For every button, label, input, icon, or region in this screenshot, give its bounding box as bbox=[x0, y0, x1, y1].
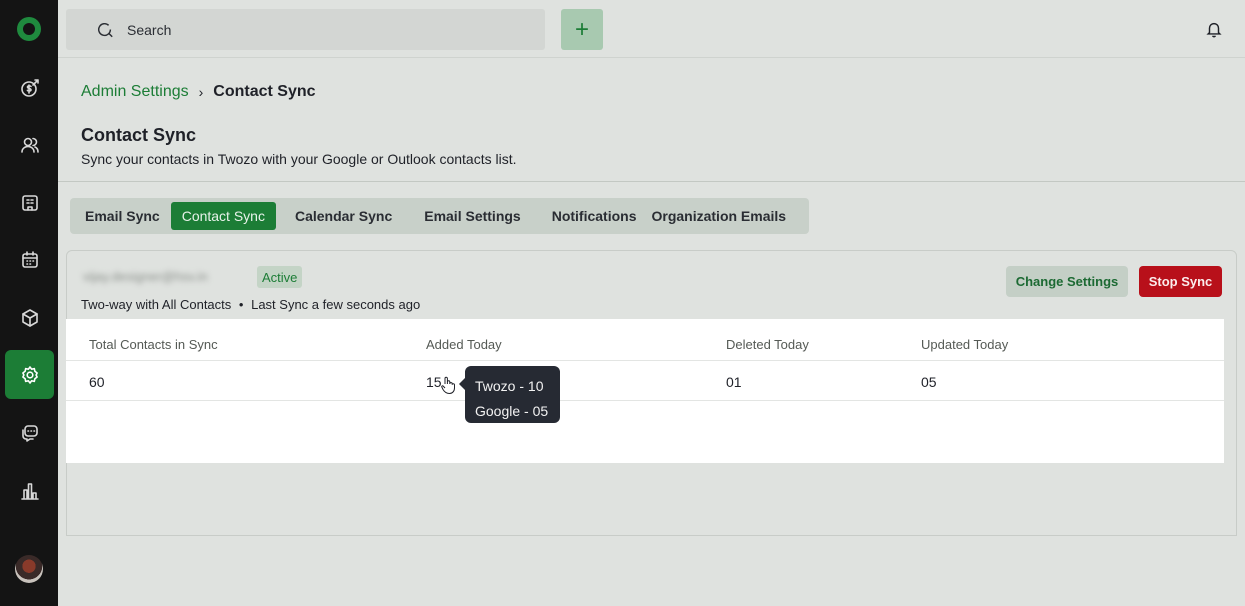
cell-added[interactable]: 15 bbox=[426, 374, 442, 390]
sidebar-item-companies[interactable] bbox=[5, 178, 54, 227]
column-header-added: Added Today bbox=[426, 337, 502, 352]
chevron-right-icon: › bbox=[198, 84, 204, 100]
search-bar[interactable] bbox=[66, 9, 545, 50]
bell-icon bbox=[1206, 22, 1222, 38]
tab-organization-emails[interactable]: Organization Emails bbox=[647, 202, 797, 230]
conversations-icon bbox=[21, 424, 38, 442]
app-logo-icon[interactable] bbox=[17, 17, 41, 41]
breadcrumb: Admin Settings › Contact Sync bbox=[81, 83, 316, 101]
tab-email-settings[interactable]: Email Settings bbox=[413, 202, 531, 230]
search-input[interactable] bbox=[127, 21, 427, 38]
tab-contact-sync[interactable]: Contact Sync bbox=[170, 202, 276, 230]
sync-mode: Two-way with All Contacts bbox=[81, 297, 232, 312]
hand-cursor-icon bbox=[441, 376, 455, 394]
tooltip-line-google: Google - 05 bbox=[475, 403, 549, 419]
cell-total: 60 bbox=[89, 374, 105, 390]
stop-sync-button[interactable]: Stop Sync bbox=[1139, 266, 1222, 297]
add-button[interactable]: + bbox=[561, 9, 603, 50]
sync-info: Two-way with All Contacts • Last Sync a … bbox=[81, 297, 420, 312]
divider bbox=[58, 181, 1245, 182]
sidebar bbox=[0, 0, 58, 606]
settings-icon bbox=[21, 365, 38, 384]
companies-icon bbox=[21, 194, 38, 211]
row-divider bbox=[66, 400, 1224, 401]
sidebar-item-reports[interactable] bbox=[5, 466, 54, 515]
sidebar-item-calendar[interactable] bbox=[5, 235, 54, 284]
sidebar-item-settings[interactable] bbox=[5, 350, 54, 399]
reports-icon bbox=[20, 482, 39, 500]
tooltip-line-twozo: Twozo - 10 bbox=[475, 378, 544, 394]
sidebar-item-products[interactable] bbox=[5, 293, 54, 342]
tab-notifications[interactable]: Notifications bbox=[541, 202, 648, 230]
account-email: vijay.designer@hsv.in bbox=[83, 269, 208, 284]
column-header-deleted: Deleted Today bbox=[726, 337, 809, 352]
added-today-tooltip: Twozo - 10 Google - 05 bbox=[459, 366, 560, 423]
header-divider bbox=[66, 360, 1224, 361]
status-badge: Active bbox=[257, 266, 303, 288]
column-header-total: Total Contacts in Sync bbox=[89, 337, 218, 352]
cell-deleted: 01 bbox=[726, 374, 742, 390]
sync-stats-table: Total Contacts in Sync Added Today Delet… bbox=[66, 319, 1224, 463]
deals-icon bbox=[20, 78, 39, 97]
calendar-icon bbox=[21, 250, 38, 268]
contacts-icon bbox=[20, 137, 39, 153]
breadcrumb-current: Contact Sync bbox=[213, 83, 316, 100]
topbar: + bbox=[58, 0, 1245, 58]
plus-icon: + bbox=[574, 15, 589, 43]
search-icon bbox=[97, 22, 113, 37]
column-header-updated: Updated Today bbox=[921, 337, 1009, 352]
bullet-separator: • bbox=[238, 297, 244, 312]
avatar[interactable] bbox=[15, 555, 43, 583]
tab-calendar-sync[interactable]: Calendar Sync bbox=[284, 202, 403, 230]
sidebar-item-deals[interactable] bbox=[5, 63, 54, 112]
page-title: Contact Sync bbox=[81, 125, 197, 145]
tab-email-sync[interactable]: Email Sync bbox=[74, 202, 171, 230]
page-subtitle: Sync your contacts in Twozo with your Go… bbox=[81, 151, 517, 167]
settings-tabs: Email Sync Contact Sync Calendar Sync Em… bbox=[70, 198, 809, 234]
breadcrumb-admin-settings[interactable]: Admin Settings bbox=[81, 83, 189, 101]
change-settings-button[interactable]: Change Settings bbox=[1006, 266, 1128, 297]
notifications-button[interactable] bbox=[1205, 20, 1223, 38]
sidebar-item-conversations[interactable] bbox=[5, 408, 54, 457]
sidebar-item-contacts[interactable] bbox=[5, 120, 54, 169]
products-icon bbox=[21, 308, 38, 327]
cell-updated: 05 bbox=[921, 374, 937, 390]
last-sync: Last Sync a few seconds ago bbox=[251, 297, 421, 312]
